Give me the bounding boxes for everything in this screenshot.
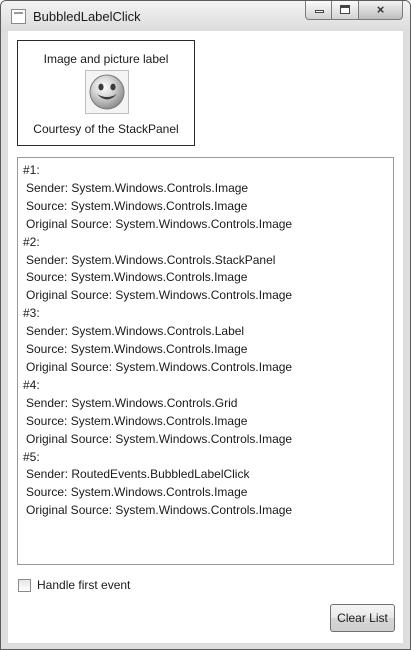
window-client-area: Image and picture label Courtesy of the … <box>8 31 403 643</box>
close-icon: × <box>376 2 385 17</box>
event-sender: Sender: System.Windows.Controls.Label <box>26 324 245 339</box>
window-controls: × <box>305 1 403 20</box>
event-number: #5: <box>23 449 40 464</box>
event-original-source: Original Source: System.Windows.Controls… <box>26 431 293 446</box>
list-item: #5: Sender: RoutedEvents.BubbledLabelCli… <box>23 449 393 521</box>
handle-first-event-option[interactable]: Handle first event <box>18 577 130 593</box>
event-number: #3: <box>23 306 40 321</box>
handle-first-event-label[interactable]: Handle first event <box>37 578 130 592</box>
maximize-button[interactable] <box>332 1 359 20</box>
event-number: #2: <box>23 234 40 249</box>
event-original-source: Original Source: System.Windows.Controls… <box>26 216 293 231</box>
event-source: Source: System.Windows.Controls.Image <box>26 413 248 428</box>
event-list[interactable]: #1: Sender: System.Windows.Controls.Imag… <box>17 157 394 565</box>
handle-first-event-checkbox[interactable] <box>18 578 31 592</box>
maximize-icon <box>340 5 350 14</box>
minimize-icon <box>315 10 324 13</box>
list-item: #3: Sender: System.Windows.Controls.Labe… <box>23 305 393 377</box>
event-source: Source: System.Windows.Controls.Image <box>26 485 248 500</box>
picture-label-top-text: Image and picture label <box>43 52 169 66</box>
event-sender: Sender: System.Windows.Controls.StackPan… <box>26 252 276 267</box>
picture-label-bottom-text: Courtesy of the StackPanel <box>33 122 179 136</box>
event-number: #1: <box>23 163 40 177</box>
event-original-source: Original Source: System.Windows.Controls… <box>26 503 293 518</box>
list-item: #1: Sender: System.Windows.Controls.Imag… <box>23 162 393 234</box>
app-window: BubbledLabelClick × Image and picture la… <box>0 0 411 650</box>
event-sender: Sender: System.Windows.Controls.Grid <box>26 395 238 410</box>
event-original-source: Original Source: System.Windows.Controls… <box>26 359 293 374</box>
event-source: Source: System.Windows.Controls.Image <box>26 198 248 213</box>
picture-label[interactable]: Image and picture label Courtesy of the … <box>17 40 195 146</box>
window-app-icon[interactable] <box>11 9 26 24</box>
event-original-source: Original Source: System.Windows.Controls… <box>26 288 293 303</box>
smiley-face-icon <box>89 74 125 110</box>
event-number: #4: <box>23 377 40 392</box>
event-sender: Sender: RoutedEvents.BubbledLabelClick <box>26 467 250 482</box>
list-item: #2: Sender: System.Windows.Controls.Stac… <box>23 234 393 306</box>
window-title: BubbledLabelClick <box>33 9 141 24</box>
picture-label-image[interactable] <box>85 70 129 114</box>
close-button[interactable]: × <box>359 1 403 20</box>
event-sender: Sender: System.Windows.Controls.Image <box>26 180 249 195</box>
minimize-button[interactable] <box>305 1 332 20</box>
event-source: Source: System.Windows.Controls.Image <box>26 270 248 285</box>
title-bar[interactable]: BubbledLabelClick × <box>1 1 410 31</box>
event-source: Source: System.Windows.Controls.Image <box>26 342 248 357</box>
list-item: #4: Sender: System.Windows.Controls.Grid… <box>23 377 393 449</box>
clear-list-button[interactable]: Clear List <box>330 604 395 632</box>
